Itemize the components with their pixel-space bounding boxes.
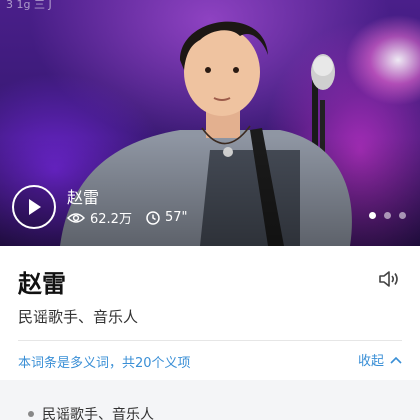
pronounce-button[interactable] [378,270,400,292]
play-button[interactable] [12,185,56,229]
collapse-button[interactable]: 收起 [358,350,402,369]
speaker-icon [379,271,398,287]
duration: 57" [164,210,188,225]
video-title: 赵雷 [67,188,100,207]
entry-title: 赵雷 [18,270,66,298]
carousel-dot-1[interactable] [369,212,376,219]
chevron-up-icon [390,356,402,364]
entry-subtitle: 民谣歌手、音乐人 [18,308,139,326]
sense-label: 民谣歌手、音乐人 [42,407,154,420]
video-banner[interactable]: 3 1g 三 J 赵雷 62.2万 57" [0,0,420,246]
divider [18,340,402,341]
sense-item[interactable]: 民谣歌手、音乐人 [28,404,154,420]
video-meta: 62.2万 57" [67,208,187,227]
views-count: 62.2万 [90,212,132,227]
carousel-indicator[interactable] [369,212,406,219]
status-fragment: 3 1g 三 J [6,0,52,11]
play-icon [29,199,41,215]
carousel-dot-3[interactable] [399,212,406,219]
eye-icon [67,212,85,223]
collapse-label: 收起 [357,354,384,369]
duration-stat: 57" [146,210,188,225]
carousel-dot-2[interactable] [384,212,391,219]
clock-icon [146,210,160,225]
bullet-icon [28,411,34,417]
banner-gradient [0,136,420,246]
views-stat: 62.2万 [67,208,132,227]
disambiguation-text[interactable]: 本词条是多义词，共20个义项 [18,352,191,371]
